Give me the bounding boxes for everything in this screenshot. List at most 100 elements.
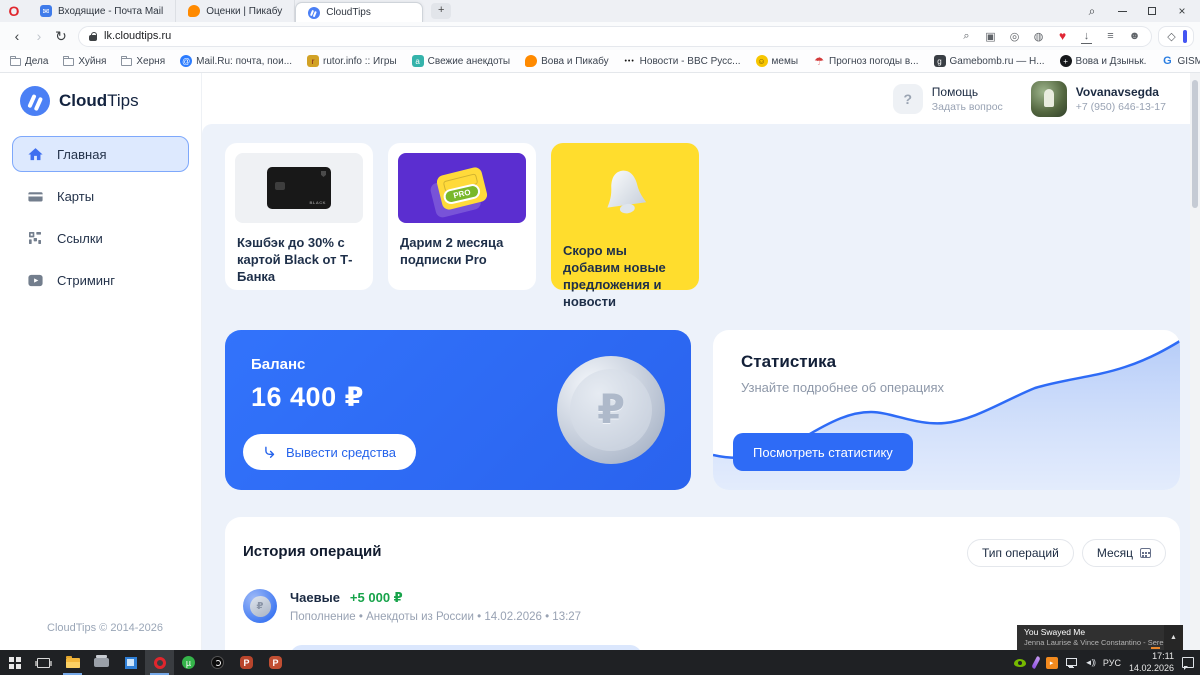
new-tab-button[interactable]: + — [431, 3, 452, 19]
recorder-icon — [211, 656, 224, 669]
bookmark-item[interactable]: ☺ мемы — [755, 55, 798, 67]
play-icon — [26, 271, 44, 289]
bookmark-item[interactable]: Херня — [121, 56, 165, 67]
utorrent-icon: µ — [182, 656, 195, 669]
tab-label: CloudTips — [326, 7, 371, 18]
nvidia-tray-icon[interactable] — [1013, 658, 1026, 667]
url-field[interactable]: lk.cloudtips.ru ⌕ ▣ ◎ ◍ ♥ ↓ ≡ ☻ — [78, 25, 1152, 47]
sidebar-item-cards[interactable]: Карты — [12, 178, 189, 214]
media-app-button[interactable] — [87, 650, 116, 675]
sidebar-item-streaming[interactable]: Стриминг — [12, 262, 189, 298]
balance-card: Баланс 16 400 ₽ Вывести средства ₽ — [225, 330, 691, 490]
opera-menu-icon[interactable]: O — [0, 0, 28, 22]
bookmark-item[interactable]: Дела — [10, 56, 48, 67]
bookmark-item[interactable]: + Вова и Дзыньк. — [1059, 55, 1146, 67]
track-title: You Swayed Me — [1024, 627, 1086, 637]
tab-pikabu[interactable]: Оценки | Пикабу — [176, 0, 296, 22]
media-notification[interactable]: You Swayed Me Jenna Laurise & Vince Cons… — [1017, 625, 1183, 650]
home-icon — [26, 145, 44, 163]
shield-badge-icon[interactable]: ◎ — [1008, 30, 1021, 43]
page-scrollbar[interactable] — [1190, 73, 1200, 650]
reading-list-icon[interactable]: ≡ — [1104, 30, 1117, 43]
back-button[interactable]: ‹ — [6, 28, 28, 44]
utorrent-button[interactable]: µ — [174, 650, 203, 675]
sidebar-item-home[interactable]: Главная — [12, 136, 189, 172]
pikabu-icon: P — [240, 656, 253, 669]
expand-notification-button[interactable]: ▲ — [1164, 625, 1183, 650]
transaction-row[interactable]: ₽ Чаевые +5 000 ₽ Пополнение • Анекдоты и… — [243, 589, 581, 623]
bookmark-item[interactable]: GGISMETEO: Погода... — [1161, 55, 1200, 67]
action-center-icon[interactable] — [1182, 657, 1194, 670]
help-widget[interactable]: ? Помощь Задать вопрос — [892, 83, 1003, 114]
transaction-amount: +5 000 ₽ — [349, 589, 403, 605]
sidebar: CloudTips Главная Карты Ссылки Стриминг … — [0, 73, 202, 650]
bookmark-item[interactable]: g Gamebomb.ru — Н... — [933, 55, 1045, 67]
windows-icon — [8, 656, 21, 669]
statistics-card: Статистика Узнайте подробнее об операция… — [713, 330, 1180, 490]
track-progress — [1151, 647, 1160, 649]
anekdoty-icon: а — [411, 55, 424, 67]
photos-button[interactable] — [116, 650, 145, 675]
promo-title: Кэшбэк до 30% с картой Black от Т-Банка — [237, 235, 353, 284]
cloudtips-logo[interactable]: CloudTips — [0, 73, 201, 116]
minimize-button[interactable] — [1108, 0, 1136, 22]
bookmark-item[interactable]: @ Mail.Ru: почта, пои... — [180, 55, 292, 67]
task-view-button[interactable] — [29, 650, 58, 675]
tab-mail[interactable]: ✉ Входящие - Почта Mail — [28, 0, 177, 22]
withdraw-button[interactable]: Вывести средства — [243, 434, 417, 470]
download-icon[interactable]: ↓ — [1080, 30, 1093, 44]
profile-icon[interactable]: ☻ — [1128, 30, 1141, 43]
pikabu-app-button[interactable]: P — [232, 650, 261, 675]
opera-button[interactable] — [145, 650, 174, 675]
start-button[interactable] — [0, 650, 29, 675]
bookmark-item[interactable]: r rutor.info :: Игры — [307, 55, 397, 67]
operation-type-filter[interactable]: Тип операций — [967, 539, 1074, 567]
window-search-icon[interactable]: ⌕ — [1078, 0, 1106, 22]
file-explorer-button[interactable] — [58, 650, 87, 675]
black-card-image: BLACK — [235, 153, 363, 223]
zoom-page-icon[interactable]: ⌕ — [960, 30, 973, 43]
vpn-icon[interactable]: ◍ — [1032, 30, 1045, 43]
recorder-button[interactable] — [203, 650, 232, 675]
main-content: BLACK Кэшбэк до 30% с картой Black от Т-… — [202, 124, 1190, 650]
snapshot-camera-icon[interactable]: ▣ — [984, 30, 997, 43]
language-indicator[interactable]: РУС — [1103, 658, 1121, 668]
promo-card-news[interactable]: Скоро мы добавим новые предложения и нов… — [551, 143, 699, 309]
feather-tray-icon[interactable] — [1030, 655, 1041, 670]
bookmark-heart-icon[interactable]: ♥ — [1056, 29, 1069, 43]
reload-button[interactable]: ↻ — [50, 28, 72, 45]
orange-app-tray-icon[interactable]: ▸ — [1045, 656, 1058, 669]
user-name: Vovanavsegda — [1075, 84, 1159, 99]
bookmark-item[interactable]: ☂ Прогноз погоды в... — [813, 55, 918, 68]
view-statistics-button[interactable]: Посмотреть статистику — [733, 433, 913, 471]
clock[interactable]: 17:11 14.02.2026 — [1129, 651, 1174, 674]
bookmark-item[interactable]: Вова и Пикабу — [525, 55, 609, 67]
statistics-subtitle: Узнайте подробнее об операциях — [741, 380, 945, 395]
dzen-icon: + — [1059, 55, 1072, 67]
track-artist: Jenna Laurise & Vince Constantino - Sere… — [1024, 638, 1164, 647]
tab-cloudtips-active[interactable]: CloudTips — [295, 2, 424, 22]
scrollbar-thumb[interactable] — [1192, 80, 1198, 208]
pikabu-app-button-2[interactable]: P — [261, 650, 290, 675]
memes-icon: ☺ — [755, 55, 768, 67]
close-button[interactable]: × — [1168, 0, 1196, 22]
cloudtips-logo-icon — [20, 86, 50, 116]
cloudtips-tab-icon — [308, 6, 321, 19]
promo-card-black[interactable]: BLACK Кэшбэк до 30% с картой Black от Т-… — [225, 143, 373, 290]
transaction-meta: Пополнение • Анекдоты из России • 14.02.… — [290, 610, 582, 623]
profile-widget[interactable]: Vovanavsegda +7 (950) 646-13-17 — [1030, 80, 1166, 117]
sidebar-panel-toggle[interactable]: ◇ — [1158, 25, 1194, 47]
bookmark-item[interactable]: Хуйня — [63, 56, 106, 67]
volume-icon[interactable]: ◄)) — [1085, 658, 1096, 667]
forward-button[interactable]: › — [28, 28, 50, 44]
photos-icon — [124, 656, 137, 669]
mail-tab-icon: ✉ — [40, 5, 52, 17]
bookmark-item[interactable]: ••• Новости - BBC Русс... — [624, 55, 740, 67]
gamebomb-icon: g — [933, 55, 946, 67]
sidebar-item-links[interactable]: Ссылки — [12, 220, 189, 256]
promo-card-pro[interactable]: PRO Дарим 2 месяца подписки Pro — [388, 143, 536, 290]
network-icon[interactable] — [1065, 657, 1077, 668]
restore-button[interactable] — [1138, 0, 1166, 22]
month-filter[interactable]: Месяц — [1081, 539, 1166, 567]
bookmark-item[interactable]: а Свежие анекдоты — [411, 55, 510, 67]
